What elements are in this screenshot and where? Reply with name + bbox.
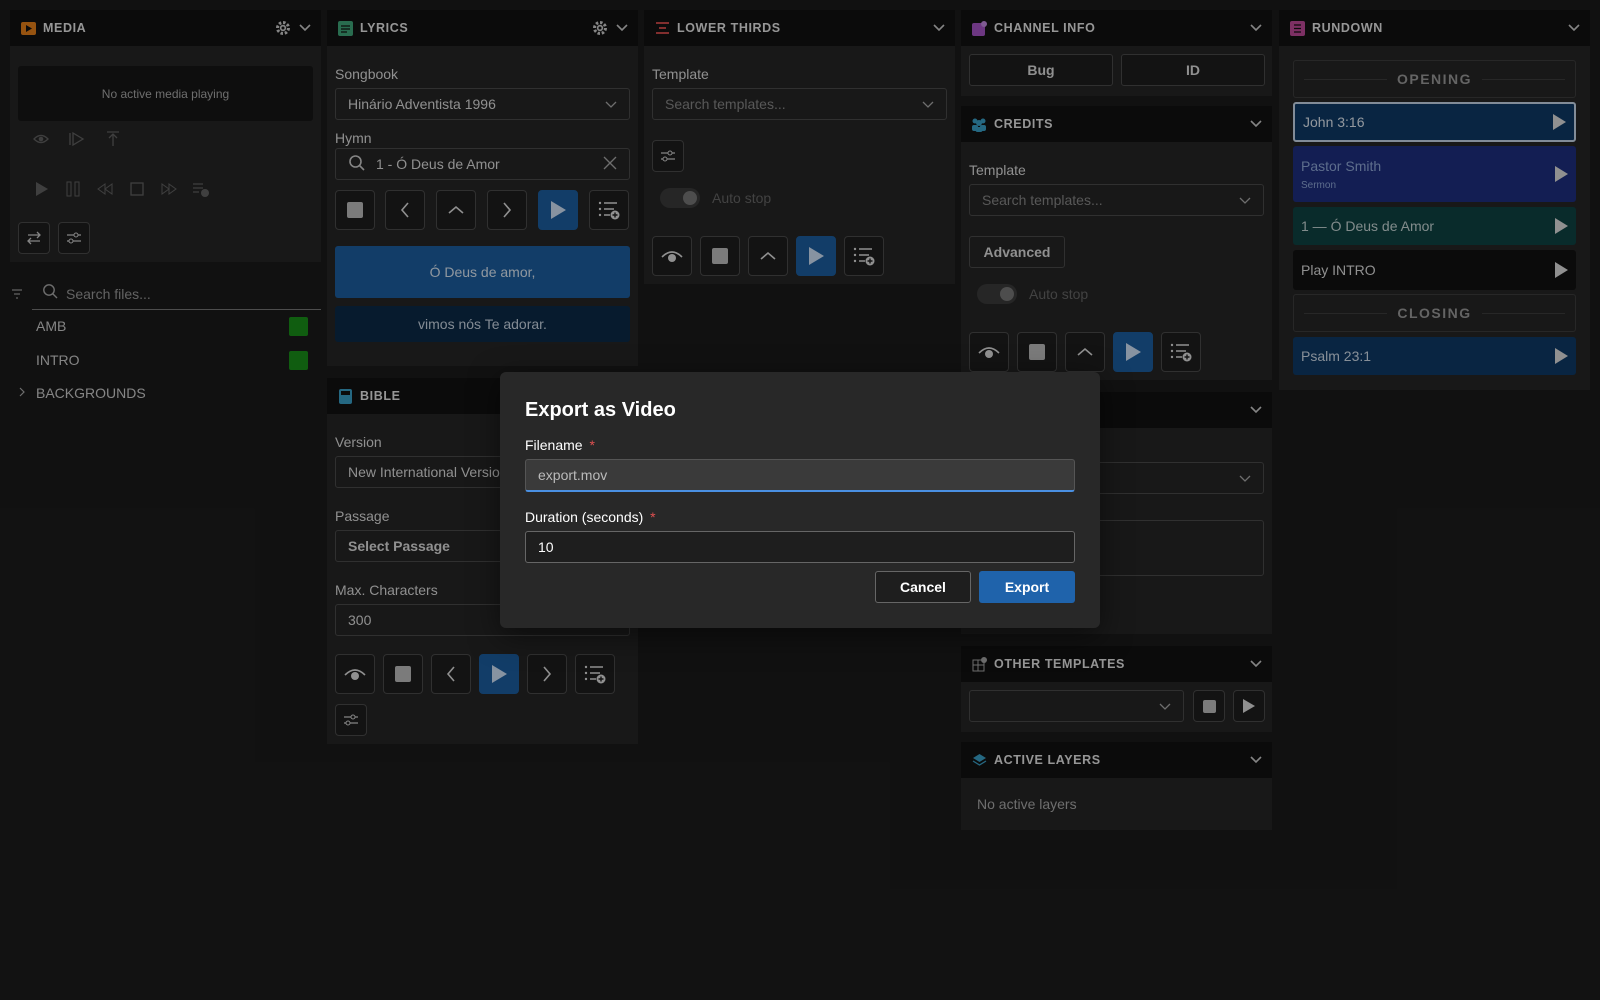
duration-input[interactable]: 10 [525, 531, 1075, 563]
dialog-title: Export as Video [525, 399, 676, 421]
cancel-label: Cancel [900, 579, 946, 595]
filename-value: export.mov [538, 467, 608, 483]
filename-label: Filename [525, 437, 583, 453]
filename-label-row: Filename * [525, 437, 595, 453]
duration-label-row: Duration (seconds) * [525, 509, 656, 525]
required-mark: * [650, 509, 656, 525]
export-video-dialog: Export as Video Filename * export.mov Du… [500, 372, 1100, 628]
cancel-button[interactable]: Cancel [875, 571, 971, 603]
filename-input[interactable]: export.mov [525, 459, 1075, 492]
export-label: Export [1004, 579, 1050, 595]
export-button[interactable]: Export [979, 571, 1075, 603]
duration-value: 10 [538, 539, 554, 555]
required-mark: * [589, 437, 595, 453]
duration-label: Duration (seconds) [525, 509, 644, 525]
